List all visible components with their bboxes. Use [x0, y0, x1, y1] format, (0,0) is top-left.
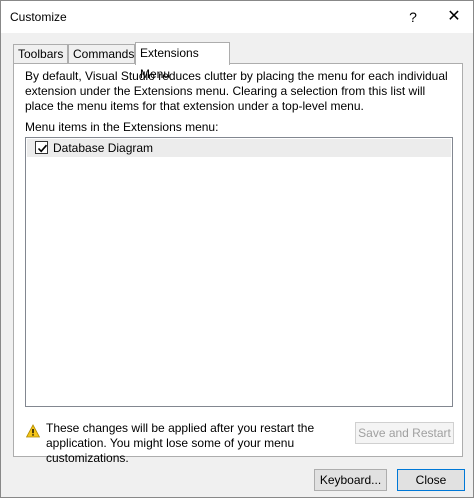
window-close-button[interactable]: ✕: [435, 1, 473, 33]
checkbox[interactable]: [35, 141, 48, 154]
save-and-restart-button[interactable]: Save and Restart: [355, 422, 454, 444]
list-item[interactable]: Database Diagram: [27, 139, 451, 157]
extensions-menu-panel: By default, Visual Studio reduces clutte…: [13, 63, 463, 465]
tab-extensions-menu[interactable]: Extensions Menu: [135, 42, 230, 81]
help-button[interactable]: ?: [401, 1, 425, 33]
window-title: Customize: [10, 10, 67, 24]
customize-dialog: Customize ? ✕ Toolbars Commands Extensio…: [0, 0, 474, 498]
list-label: Menu items in the Extensions menu:: [25, 120, 219, 134]
keyboard-button[interactable]: Keyboard...: [314, 469, 387, 491]
tab-toolbars[interactable]: Toolbars: [13, 44, 68, 64]
warning-triangle-icon: [26, 424, 40, 438]
title-bar: Customize ? ✕: [1, 1, 473, 33]
list-item-label: Database Diagram: [53, 141, 154, 155]
description-text: By default, Visual Studio reduces clutte…: [25, 69, 448, 113]
tab-commands[interactable]: Commands: [68, 44, 135, 64]
restart-warning-text: These changes will be applied after you …: [46, 421, 315, 465]
extensions-menu-list[interactable]: Database Diagram: [25, 137, 453, 407]
checkmark-icon: [37, 144, 48, 153]
close-button[interactable]: Close: [397, 469, 465, 491]
